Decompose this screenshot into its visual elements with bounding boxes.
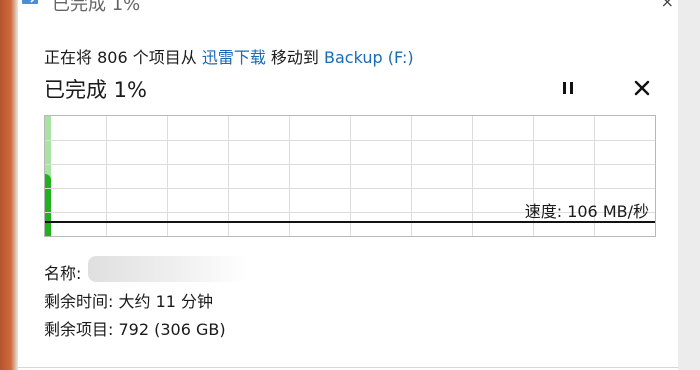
transfer-description: 正在将 806 个项目从 迅雷下载 移动到 Backup (F:) <box>44 44 414 68</box>
grid-line <box>228 116 229 236</box>
cancel-button[interactable] <box>630 77 654 99</box>
items-remaining: 剩余项目: 792 (306 GB) <box>44 320 226 339</box>
grid-line <box>106 116 107 236</box>
destination-link[interactable]: Backup (F:) <box>324 48 414 67</box>
speed-label: 速度: 106 MB/秒 <box>524 202 649 221</box>
window-title: 已完成 1% <box>52 0 141 15</box>
grid-line <box>45 140 655 141</box>
window-close-button[interactable]: × <box>661 0 674 11</box>
grid-line <box>350 116 351 236</box>
transfer-prefix: 正在将 806 个项目从 <box>44 48 202 67</box>
progress-fill-dark <box>45 174 51 236</box>
grid-line <box>289 116 290 236</box>
source-folder-link[interactable]: 迅雷下载 <box>202 48 266 67</box>
transfer-middle: 移动到 <box>265 48 325 67</box>
progress-title: 已完成 1% <box>44 78 147 102</box>
title-bar: 已完成 1% × <box>18 0 678 20</box>
grid-line <box>472 116 473 236</box>
time-remaining: 剩余时间: 大约 11 分钟 <box>44 292 214 311</box>
close-icon <box>634 80 650 96</box>
divider <box>18 367 678 368</box>
grid-line <box>45 164 655 165</box>
file-name-label: 名称: <box>44 264 82 283</box>
pause-button[interactable] <box>556 77 580 99</box>
pause-icon <box>563 82 573 94</box>
file-transfer-dialog: 已完成 1% × 正在将 806 个项目从 迅雷下载 移动到 Backup (F… <box>18 0 678 370</box>
grid-line <box>411 116 412 236</box>
grid-line <box>167 116 168 236</box>
transfer-icon <box>22 0 38 4</box>
grid-line <box>45 188 655 189</box>
desktop-background-edge-right <box>678 0 700 370</box>
file-name-value-blurred <box>88 256 248 282</box>
desktop-background-edge <box>0 0 18 370</box>
transfer-speed-graph: 速度: 106 MB/秒 <box>44 115 656 237</box>
